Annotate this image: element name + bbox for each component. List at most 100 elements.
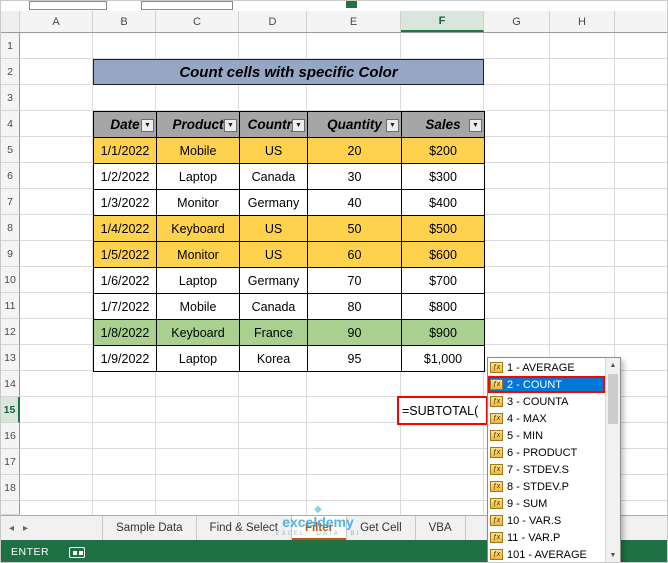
column-header-C[interactable]: C [156,11,239,32]
table-cell[interactable]: $800 [402,294,485,320]
table-cell[interactable]: 95 [308,346,402,372]
table-cell[interactable]: 1/5/2022 [94,242,157,268]
tab-scroll-right-icon[interactable]: ▸ [23,523,28,534]
table-cell[interactable]: Mobile [157,294,240,320]
sheet-tab-vba[interactable]: VBA [416,516,466,540]
sheet-tab-get-cell[interactable]: Get Cell [347,516,416,540]
table-cell[interactable]: Korea [240,346,308,372]
table-cell[interactable]: 90 [308,320,402,346]
table-cell[interactable]: 1/6/2022 [94,268,157,294]
function-option[interactable]: ƒx 10 - VAR.S [488,512,605,529]
table-cell[interactable]: Laptop [157,268,240,294]
filter-dropdown-icon[interactable]: ▼ [386,119,399,132]
row-header-13[interactable]: 13 [1,345,20,371]
tab-scroll-left-icon[interactable]: ◂ [9,523,14,534]
row-header-17[interactable]: 17 [1,449,20,475]
row-header-8[interactable]: 8 [1,215,20,241]
table-cell[interactable]: 50 [308,216,402,242]
row-header-10[interactable]: 10 [1,267,20,293]
column-header-D[interactable]: D [239,11,307,32]
macro-record-icon[interactable] [69,546,86,558]
row-header-2[interactable]: 2 [1,59,20,85]
table-cell[interactable]: 1/8/2022 [94,320,157,346]
function-option[interactable]: ƒx 4 - MAX [488,410,605,427]
table-cell[interactable]: US [240,216,308,242]
scroll-up-icon[interactable]: ▲ [606,358,620,373]
table-cell[interactable]: 1/2/2022 [94,164,157,190]
table-cell[interactable]: Keyboard [157,216,240,242]
row-header-11[interactable]: 11 [1,293,20,319]
dropdown-scrollbar[interactable]: ▲ ▼ [605,358,620,562]
sheet-tab-sample-data[interactable]: Sample Data [102,516,197,540]
table-cell[interactable]: $500 [402,216,485,242]
column-header-H[interactable]: H [550,11,615,32]
table-cell[interactable]: 1/1/2022 [94,138,157,164]
filter-dropdown-icon[interactable]: ▼ [292,119,305,132]
table-cell[interactable]: 40 [308,190,402,216]
row-header-12[interactable]: 12 [1,319,20,345]
column-header-B[interactable]: B [93,11,156,32]
row-header-9[interactable]: 9 [1,241,20,267]
table-cell[interactable]: 1/7/2022 [94,294,157,320]
table-cell[interactable]: Germany [240,190,308,216]
row-header-4[interactable]: 4 [1,111,20,137]
table-cell[interactable]: 80 [308,294,402,320]
row-header-7[interactable]: 7 [1,189,20,215]
sheet-tab-filter[interactable]: Filter [291,516,348,540]
function-option[interactable]: ƒx 2 - COUNT [488,376,605,393]
row-header-3[interactable]: 3 [1,85,20,111]
table-cell[interactable]: US [240,242,308,268]
function-option[interactable]: ƒx 9 - SUM [488,495,605,512]
table-cell[interactable]: $600 [402,242,485,268]
table-cell[interactable]: $1,000 [402,346,485,372]
function-option[interactable]: ƒx 5 - MIN [488,427,605,444]
row-header-6[interactable]: 6 [1,163,20,189]
function-option[interactable]: ƒx 6 - PRODUCT [488,444,605,461]
table-cell[interactable]: 60 [308,242,402,268]
column-header-A[interactable]: A [20,11,93,32]
row-header-16[interactable]: 16 [1,423,20,449]
table-cell[interactable]: 1/9/2022 [94,346,157,372]
table-cell[interactable]: 1/3/2022 [94,190,157,216]
table-cell[interactable]: US [240,138,308,164]
table-cell[interactable]: Monitor [157,190,240,216]
table-cell[interactable]: France [240,320,308,346]
function-option[interactable]: ƒx 101 - AVERAGE [488,546,605,562]
table-cell[interactable]: $700 [402,268,485,294]
row-header-1[interactable]: 1 [1,33,20,59]
function-option[interactable]: ƒx 3 - COUNTA [488,393,605,410]
filter-dropdown-icon[interactable]: ▼ [141,119,154,132]
table-cell[interactable]: Germany [240,268,308,294]
scrollbar-thumb[interactable] [608,374,618,424]
function-option[interactable]: ƒx 11 - VAR.P [488,529,605,546]
table-cell[interactable]: Keyboard [157,320,240,346]
table-cell[interactable]: Laptop [157,346,240,372]
column-header-G[interactable]: G [484,11,550,32]
table-cell[interactable]: $300 [402,164,485,190]
column-header-F[interactable]: F [401,11,484,32]
function-option[interactable]: ƒx 7 - STDEV.S [488,461,605,478]
function-option[interactable]: ƒx 8 - STDEV.P [488,478,605,495]
table-cell[interactable]: Monitor [157,242,240,268]
row-header-14[interactable]: 14 [1,371,20,397]
table-cell[interactable]: $400 [402,190,485,216]
sheet-tab-find-select[interactable]: Find & Select [197,516,292,540]
table-cell[interactable]: 70 [308,268,402,294]
table-cell[interactable]: $200 [402,138,485,164]
row-header-5[interactable]: 5 [1,137,20,163]
table-cell[interactable]: Laptop [157,164,240,190]
function-option[interactable]: ƒx 1 - AVERAGE [488,359,605,376]
select-all-corner[interactable] [1,11,20,32]
row-header-18[interactable]: 18 [1,475,20,501]
table-cell[interactable]: 20 [308,138,402,164]
column-header-E[interactable]: E [307,11,401,32]
title-banner-cell[interactable]: Count cells with specific Color [93,59,484,85]
active-formula-cell[interactable]: =SUBTOTAL( [397,396,488,425]
scroll-down-icon[interactable]: ▼ [606,548,620,562]
table-cell[interactable]: Canada [240,164,308,190]
row-header-15[interactable]: 15 [1,397,20,423]
table-cell[interactable]: Mobile [157,138,240,164]
table-cell[interactable]: $900 [402,320,485,346]
filter-dropdown-icon[interactable]: ▼ [469,119,482,132]
table-cell[interactable]: 30 [308,164,402,190]
